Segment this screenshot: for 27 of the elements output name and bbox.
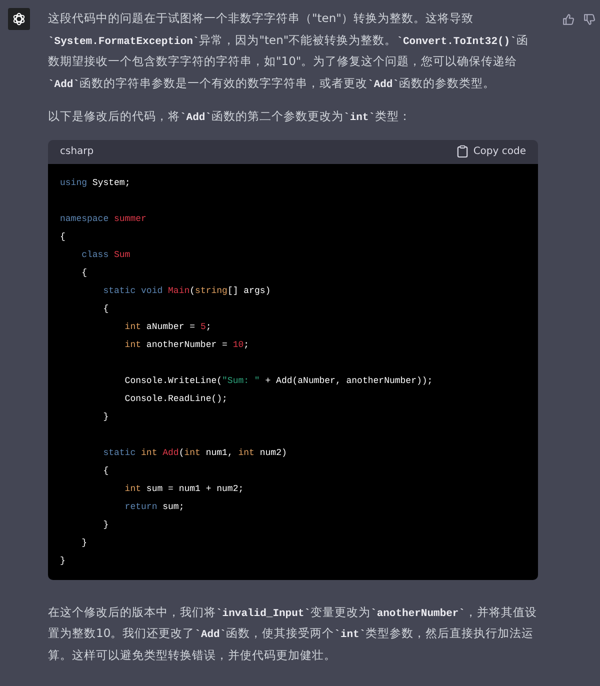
code-line: return sum; xyxy=(124,502,184,512)
thumbs-up-icon[interactable] xyxy=(562,13,575,26)
code-line: } xyxy=(60,556,66,566)
code-line: Console.WriteLine("Sum: " + Add(aNumber, anotherNumber)); xyxy=(124,376,433,386)
code-line: } xyxy=(102,520,109,530)
code-line: int anotherNumber = 10; xyxy=(124,340,250,350)
message-paragraph: 以下是修改后的代码，将`Add`函数的第二个参数更改为`int`类型： xyxy=(48,108,412,126)
code-line: { xyxy=(102,466,109,476)
thumbs-down-icon[interactable] xyxy=(583,13,596,26)
language-label: csharp xyxy=(60,144,94,158)
code-line: using System; xyxy=(60,178,130,188)
code-line: static int Add(int num1, int num2) xyxy=(102,448,287,458)
code-line: namespace summer xyxy=(60,214,146,224)
code-line: int aNumber = 5; xyxy=(124,322,212,332)
copy-code-button[interactable]: Copy code xyxy=(457,145,526,158)
code-line: } xyxy=(80,538,88,548)
message-paragraph: 在这个修改后的版本中，我们将`invalid_Input`变量更改为`anotherNumber`，并将其值设置为整数10。我们还更改了`Add`函数，使其接受两个`int`类型参数，然后直接执行加法运算。这样可以避免类型转换错误，并使代码更加健壮。 xyxy=(48,604,538,664)
code-line: } xyxy=(102,412,109,422)
clipboard-icon xyxy=(457,145,468,158)
code-line: class Sum xyxy=(80,250,130,260)
code-line: { xyxy=(102,304,109,314)
code-line: { xyxy=(60,232,66,242)
code-line: int sum = num1 + num2; xyxy=(124,484,244,494)
message-paragraph: 这段代码中的问题在于试图将一个非数字字符串（"ten"）转换为整数。这将导致`System.FormatException`异常，因为"ten"不能被转换为整数。`Convert.ToInt32()`函数期望接收一个包含数字字符的字符串，如"10"。为了修复这个问题，您可以确保传递给`Add`函数的字符串参数是一个有效的数字字符串，或者更改`Add`函数的参数类型。 xyxy=(48,10,530,92)
code-line: { xyxy=(80,268,88,278)
code-line: static void Main(string[] args) xyxy=(102,286,271,296)
code-line: Console.ReadLine(); xyxy=(124,394,228,404)
